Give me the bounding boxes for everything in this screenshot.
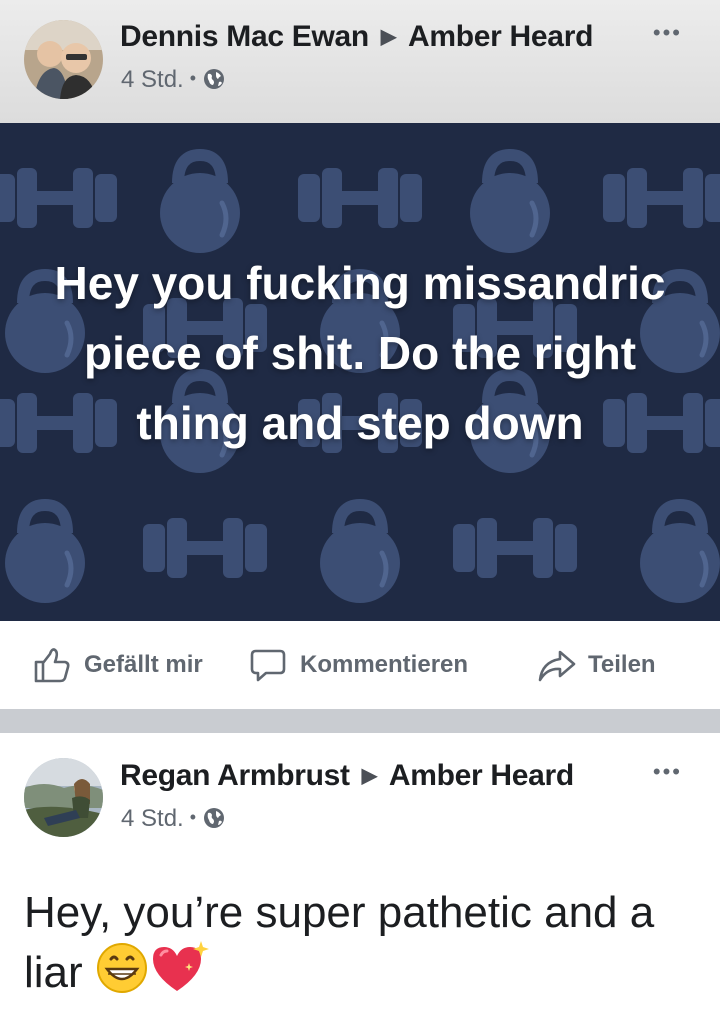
share-arrow-icon xyxy=(538,650,576,682)
comment-label: Kommentieren xyxy=(300,651,469,678)
post-time[interactable]: 4 Std. xyxy=(121,805,184,832)
like-button[interactable]: Gefällt mir xyxy=(32,645,203,685)
post-author-line: Dennis Mac Ewan ▶ Amber Heard xyxy=(120,20,593,54)
post-text: Hey you fucking missandric piece of shit… xyxy=(54,257,666,449)
share-label: Teilen xyxy=(588,651,656,678)
avatar[interactable] xyxy=(24,758,103,837)
post-meta: 4 Std. • xyxy=(121,805,226,833)
triangle-right-icon: ▶ xyxy=(380,26,396,48)
post-time[interactable]: 4 Std. xyxy=(121,66,184,93)
triangle-right-icon: ▶ xyxy=(361,765,377,787)
more-options-icon[interactable]: ••• xyxy=(653,20,682,46)
meta-dot: • xyxy=(189,68,197,88)
post-header: Regan Armbrust ▶ Amber Heard 4 Std. • ••• xyxy=(0,733,720,843)
globe-icon xyxy=(204,69,225,89)
post-text: Hey, you’re super pathetic and a liar xyxy=(24,884,704,1001)
globe-icon xyxy=(204,808,225,828)
post-header: Dennis Mac Ewan ▶ Amber Heard 4 Std. • ••• xyxy=(0,0,720,123)
share-button[interactable]: Teilen xyxy=(536,645,656,685)
author-name[interactable]: Dennis Mac Ewan xyxy=(120,20,369,53)
comment-bubble-icon xyxy=(250,649,286,682)
target-name[interactable]: Amber Heard xyxy=(389,759,574,792)
feed-divider xyxy=(0,709,720,733)
meta-dot: • xyxy=(189,807,197,827)
post-background-card: Hey you fucking missandric piece of shit… xyxy=(0,123,720,621)
post-action-bar: Gefällt mir Kommentieren Teilen xyxy=(0,621,720,709)
like-label: Gefällt mir xyxy=(84,651,203,678)
sparkling-heart-emoji xyxy=(152,941,209,991)
grinning-face-emoji xyxy=(96,943,147,993)
more-options-icon[interactable]: ••• xyxy=(653,759,682,785)
avatar[interactable] xyxy=(24,20,103,99)
target-name[interactable]: Amber Heard xyxy=(408,20,593,53)
comment-button[interactable]: Kommentieren xyxy=(248,645,468,685)
thumbs-up-icon xyxy=(34,648,70,683)
post-meta: 4 Std. • xyxy=(121,66,226,94)
post-author-line: Regan Armbrust ▶ Amber Heard xyxy=(120,759,574,793)
author-name[interactable]: Regan Armbrust xyxy=(120,759,350,792)
